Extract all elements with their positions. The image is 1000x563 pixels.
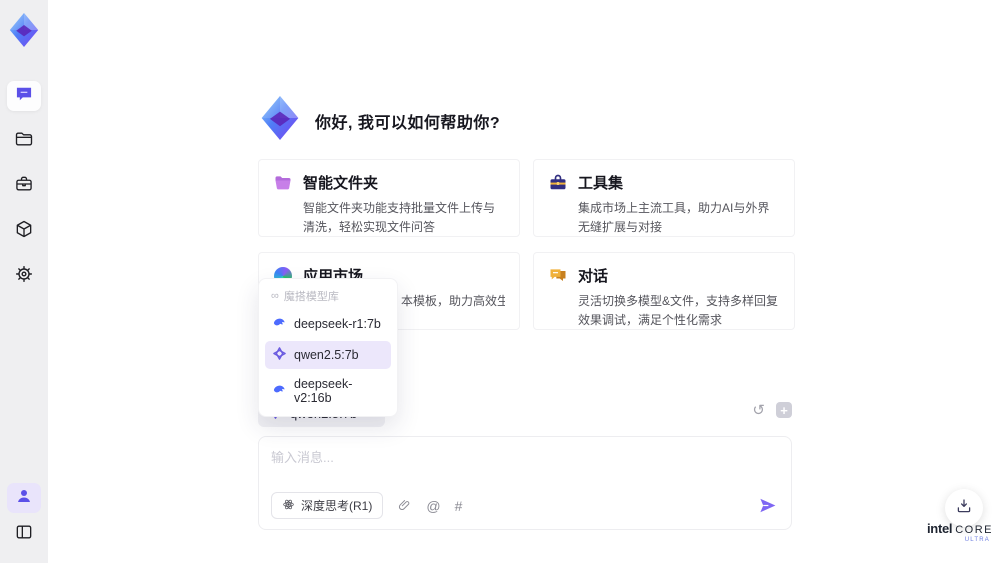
history-icon[interactable]: ↺ xyxy=(752,403,765,418)
toolset-icon xyxy=(548,173,568,193)
card-desc: 本模板，助力高效生成多 xyxy=(401,294,505,308)
app-logo-icon xyxy=(7,10,41,52)
attachment-icon[interactable] xyxy=(397,498,412,513)
input-toolbar: 深度思考(R1) @ # xyxy=(271,492,777,519)
greeting: 你好, 我可以如何帮助你? xyxy=(258,94,500,147)
sidebar-item-tools[interactable] xyxy=(7,171,41,201)
sidebar-item-chat[interactable] xyxy=(7,81,41,111)
ultra-wordmark: ULTRA xyxy=(964,537,990,543)
model-repo-label: 魔搭模型库 xyxy=(283,291,339,303)
message-input[interactable] xyxy=(271,447,779,483)
message-input-box[interactable]: 深度思考(R1) @ # xyxy=(258,436,792,530)
model-option-deepseek-r1-7b[interactable]: deepseek-r1:7b xyxy=(265,310,391,338)
panel-icon xyxy=(14,522,34,547)
deepseek-icon xyxy=(272,315,287,333)
sidebar-item-folders[interactable] xyxy=(7,126,41,156)
download-icon xyxy=(955,497,973,520)
model-dropdown: ∞ 魔搭模型库 deepseek-r1:7b qwen2.5:7b deepse… xyxy=(258,278,398,417)
sidebar-item-profile[interactable] xyxy=(7,483,41,513)
intel-core-logo: intel core ULTRA xyxy=(927,521,993,543)
folder-icon xyxy=(14,129,34,154)
qwen-icon xyxy=(272,346,287,364)
card-desc: 集成市场上主流工具，助力AI与外界无缝扩展与对接 xyxy=(578,201,770,234)
briefcase-icon xyxy=(14,174,34,199)
model-option-label: qwen2.5:7b xyxy=(294,348,359,362)
model-option-qwen2-5-7b[interactable]: qwen2.5:7b xyxy=(265,341,391,369)
sidebar-nav xyxy=(7,81,41,306)
card-dialogue[interactable]: 对话 灵活切换多模型&文件，支持多样回复效果调试，满足个性化需求 xyxy=(533,252,795,330)
gear-icon xyxy=(14,264,34,289)
at-icon[interactable]: @ xyxy=(426,499,440,513)
new-chat-icon[interactable]: + xyxy=(776,402,792,418)
greeting-logo-icon xyxy=(258,94,302,147)
sidebar-item-models[interactable] xyxy=(7,216,41,246)
modelscope-icon: ∞ xyxy=(271,290,279,302)
deep-think-button[interactable]: 深度思考(R1) xyxy=(271,492,384,519)
model-dropdown-header: ∞ 魔搭模型库 xyxy=(265,285,391,310)
hash-icon[interactable]: # xyxy=(455,499,463,513)
send-icon[interactable] xyxy=(758,496,777,515)
card-toolset[interactable]: 工具集 集成市场上主流工具，助力AI与外界无缝扩展与对接 xyxy=(533,159,795,237)
core-wordmark: core xyxy=(955,524,994,536)
deep-think-label: 深度思考(R1) xyxy=(301,499,373,513)
card-desc: 智能文件夹功能支持批量文件上传与清洗，轻松实现文件问答 xyxy=(303,201,496,234)
cube-icon xyxy=(14,219,34,244)
smart-folder-icon xyxy=(273,173,293,193)
model-option-label: deepseek-r1:7b xyxy=(294,317,381,331)
sidebar xyxy=(0,0,48,563)
intel-wordmark: intel xyxy=(927,521,953,536)
app-window: 你好, 我可以如何帮助你? 智能文件夹 智能文件夹功能支持批量文件上传与清洗，轻… xyxy=(0,0,1000,563)
card-desc: 灵活切换多模型&文件，支持多样回复效果调试，满足个性化需求 xyxy=(578,294,779,327)
deepseek-icon xyxy=(272,382,287,400)
sidebar-item-panel[interactable] xyxy=(7,519,41,549)
model-option-label: deepseek-v2:16b xyxy=(294,377,353,405)
atom-icon xyxy=(282,498,295,514)
greeting-title: 你好, 我可以如何帮助你? xyxy=(315,114,501,132)
card-title: 智能文件夹 xyxy=(303,175,379,192)
model-option-deepseek-v2-16b[interactable]: deepseek-v2:16b xyxy=(265,372,391,410)
card-title: 对话 xyxy=(578,268,609,285)
dialogue-icon xyxy=(548,266,568,286)
composer-actions: ↺ + xyxy=(736,402,792,418)
card-title: 工具集 xyxy=(578,175,624,192)
sidebar-item-settings[interactable] xyxy=(7,261,41,291)
card-smart-folder[interactable]: 智能文件夹 智能文件夹功能支持批量文件上传与清洗，轻松实现文件问答 xyxy=(258,159,520,237)
sidebar-bottom xyxy=(7,483,41,549)
user-icon xyxy=(15,487,33,510)
chat-bubble-icon xyxy=(14,84,34,109)
